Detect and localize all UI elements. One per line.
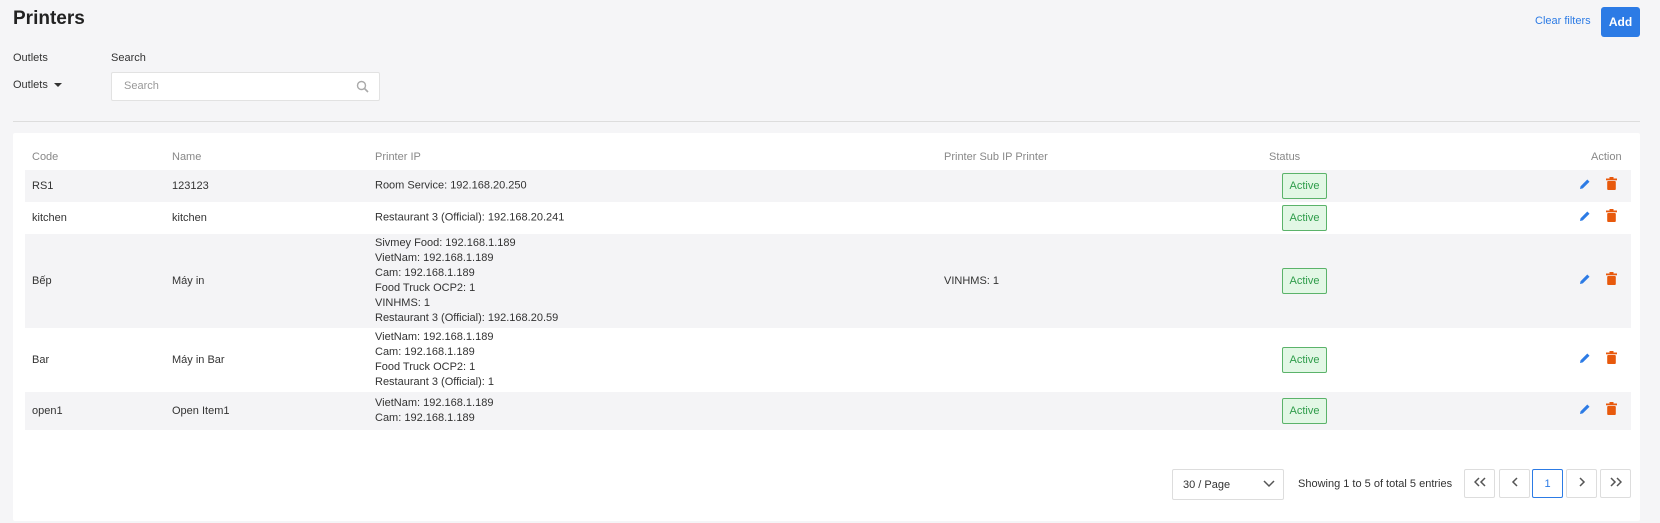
outlets-label: Outlets — [13, 52, 48, 64]
cell-name: Máy in Bar — [172, 354, 225, 366]
cell-code: Bếp — [32, 275, 52, 287]
printer-ip-line: Room Service: 192.168.20.250 — [375, 179, 527, 192]
status-badge: Active — [1282, 173, 1327, 199]
cell-printer-ip: Sivmey Food: 192.168.1.189 VietNam: 192.… — [375, 236, 558, 326]
delete-icon[interactable] — [1606, 177, 1617, 195]
printer-ip-line: Cam: 192.168.1.189 — [375, 267, 475, 279]
add-button[interactable]: Add — [1601, 7, 1640, 37]
status-badge: Active — [1282, 398, 1327, 424]
table-row: Bếp Máy in Sivmey Food: 192.168.1.189 Vi… — [25, 234, 1631, 328]
chevron-right-icon — [1578, 477, 1586, 490]
chevron-left-icon — [1511, 477, 1519, 490]
caret-down-icon — [53, 83, 62, 87]
printer-ip-line: VietNam: 192.168.1.189 — [375, 397, 494, 409]
first-page-button[interactable] — [1464, 469, 1495, 498]
cell-name: Máy in — [172, 275, 205, 287]
printer-ip-line: Restaurant 3 (Official): 192.168.20.241 — [375, 211, 565, 224]
cell-name: kitchen — [172, 212, 207, 224]
printers-table-card: Code Name Printer IP Printer Sub IP Prin… — [13, 133, 1640, 521]
printer-ip-line: Cam: 192.168.1.189 — [375, 412, 475, 424]
printer-ip-line: VINHMS: 1 — [375, 297, 431, 309]
cell-printer-ip: Room Service: 192.168.20.250 — [375, 179, 527, 194]
table-row: RS1 123123 Room Service: 192.168.20.250 … — [25, 170, 1631, 202]
cell-name: Open Item1 — [172, 405, 230, 417]
chevron-down-icon — [1263, 479, 1275, 491]
cell-name: 123123 — [172, 180, 209, 192]
cell-code: open1 — [32, 405, 63, 417]
table-row: kitchen kitchen Restaurant 3 (Official):… — [25, 202, 1631, 234]
search-input[interactable] — [124, 80, 344, 92]
column-header-code: Code — [32, 151, 59, 163]
edit-icon[interactable] — [1579, 272, 1591, 290]
column-header-status: Status — [1269, 151, 1301, 163]
printer-ip-line: Sivmey Food: 192.168.1.189 — [375, 237, 516, 249]
column-header-action: Action — [1591, 151, 1622, 163]
cell-printer-ip: Restaurant 3 (Official): 192.168.20.241 — [375, 211, 564, 226]
edit-icon[interactable] — [1579, 402, 1591, 420]
delete-icon[interactable] — [1606, 351, 1617, 369]
cell-code: kitchen — [32, 212, 67, 224]
printer-ip-line: VietNam: 192.168.1.189 — [375, 331, 494, 343]
search-icon[interactable] — [356, 80, 369, 98]
printer-ip-line: Cam: 192.168.1.189 — [375, 346, 475, 358]
printer-ip-line: Restaurant 3 (Official): 192.168.20.59 — [375, 312, 559, 324]
printer-ip-line: Food Truck OCP2: 1 — [375, 361, 476, 373]
edit-icon[interactable] — [1579, 351, 1591, 369]
last-page-button[interactable] — [1600, 469, 1631, 498]
page-size-value: 30 / Page — [1183, 479, 1231, 491]
edit-icon[interactable] — [1579, 209, 1591, 227]
delete-icon[interactable] — [1606, 402, 1617, 420]
column-header-printer-ip: Printer IP — [375, 151, 421, 163]
page-title: Printers — [13, 8, 85, 29]
next-page-button[interactable] — [1566, 469, 1597, 498]
cell-code: RS1 — [32, 180, 54, 192]
table-row: Bar Máy in Bar VietNam: 192.168.1.189 Ca… — [25, 328, 1631, 392]
printer-ip-line: Food Truck OCP2: 1 — [375, 282, 476, 294]
edit-icon[interactable] — [1579, 177, 1591, 195]
delete-icon[interactable] — [1606, 209, 1617, 227]
showing-entries: Showing 1 to 5 of total 5 entries — [1298, 478, 1453, 490]
cell-printer-ip: VietNam: 192.168.1.189 Cam: 192.168.1.18… — [375, 396, 493, 426]
page-button-1[interactable]: 1 — [1532, 469, 1563, 498]
clear-filters-link[interactable]: Clear filters — [1535, 15, 1591, 27]
page-size-select[interactable]: 30 / Page — [1172, 469, 1284, 500]
delete-icon[interactable] — [1606, 272, 1617, 290]
double-chevron-right-icon — [1609, 477, 1622, 490]
outlets-dropdown[interactable]: Outlets — [13, 79, 62, 91]
prev-page-button[interactable] — [1499, 469, 1530, 498]
cell-sub-ip: VINHMS: 1 — [944, 275, 1000, 287]
search-label: Search — [111, 52, 146, 64]
column-header-name: Name — [172, 151, 202, 163]
double-chevron-left-icon — [1473, 477, 1486, 490]
cell-printer-ip: VietNam: 192.168.1.189 Cam: 192.168.1.18… — [375, 330, 494, 390]
printer-ip-line: VietNam: 192.168.1.189 — [375, 252, 494, 264]
search-box — [111, 72, 380, 101]
divider — [13, 121, 1640, 122]
table-row: open1 Open Item1 VietNam: 192.168.1.189 … — [25, 392, 1631, 430]
status-badge: Active — [1282, 268, 1327, 294]
column-header-sub-ip: Printer Sub IP Printer — [944, 151, 1048, 163]
printer-ip-line: Restaurant 3 (Official): 1 — [375, 376, 495, 388]
cell-code: Bar — [32, 354, 50, 366]
status-badge: Active — [1282, 205, 1327, 231]
status-badge: Active — [1282, 347, 1327, 373]
outlets-dropdown-value: Outlets — [13, 79, 48, 91]
